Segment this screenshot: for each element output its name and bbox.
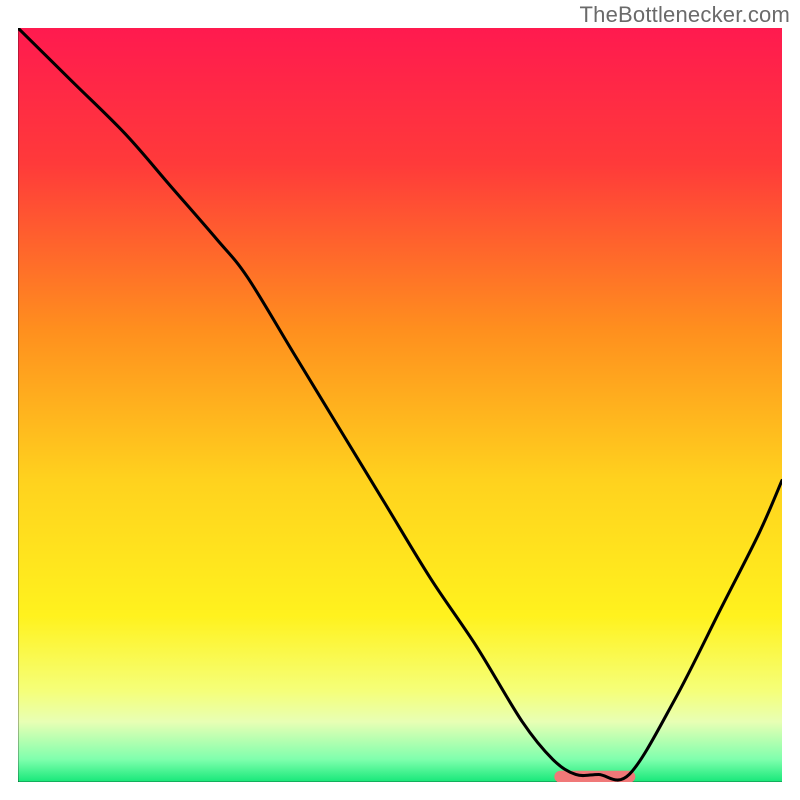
chart-plot [18,28,782,782]
chart-svg [18,28,782,782]
chart-container: TheBottlenecker.com [0,0,800,800]
watermark-text: TheBottlenecker.com [580,2,790,28]
